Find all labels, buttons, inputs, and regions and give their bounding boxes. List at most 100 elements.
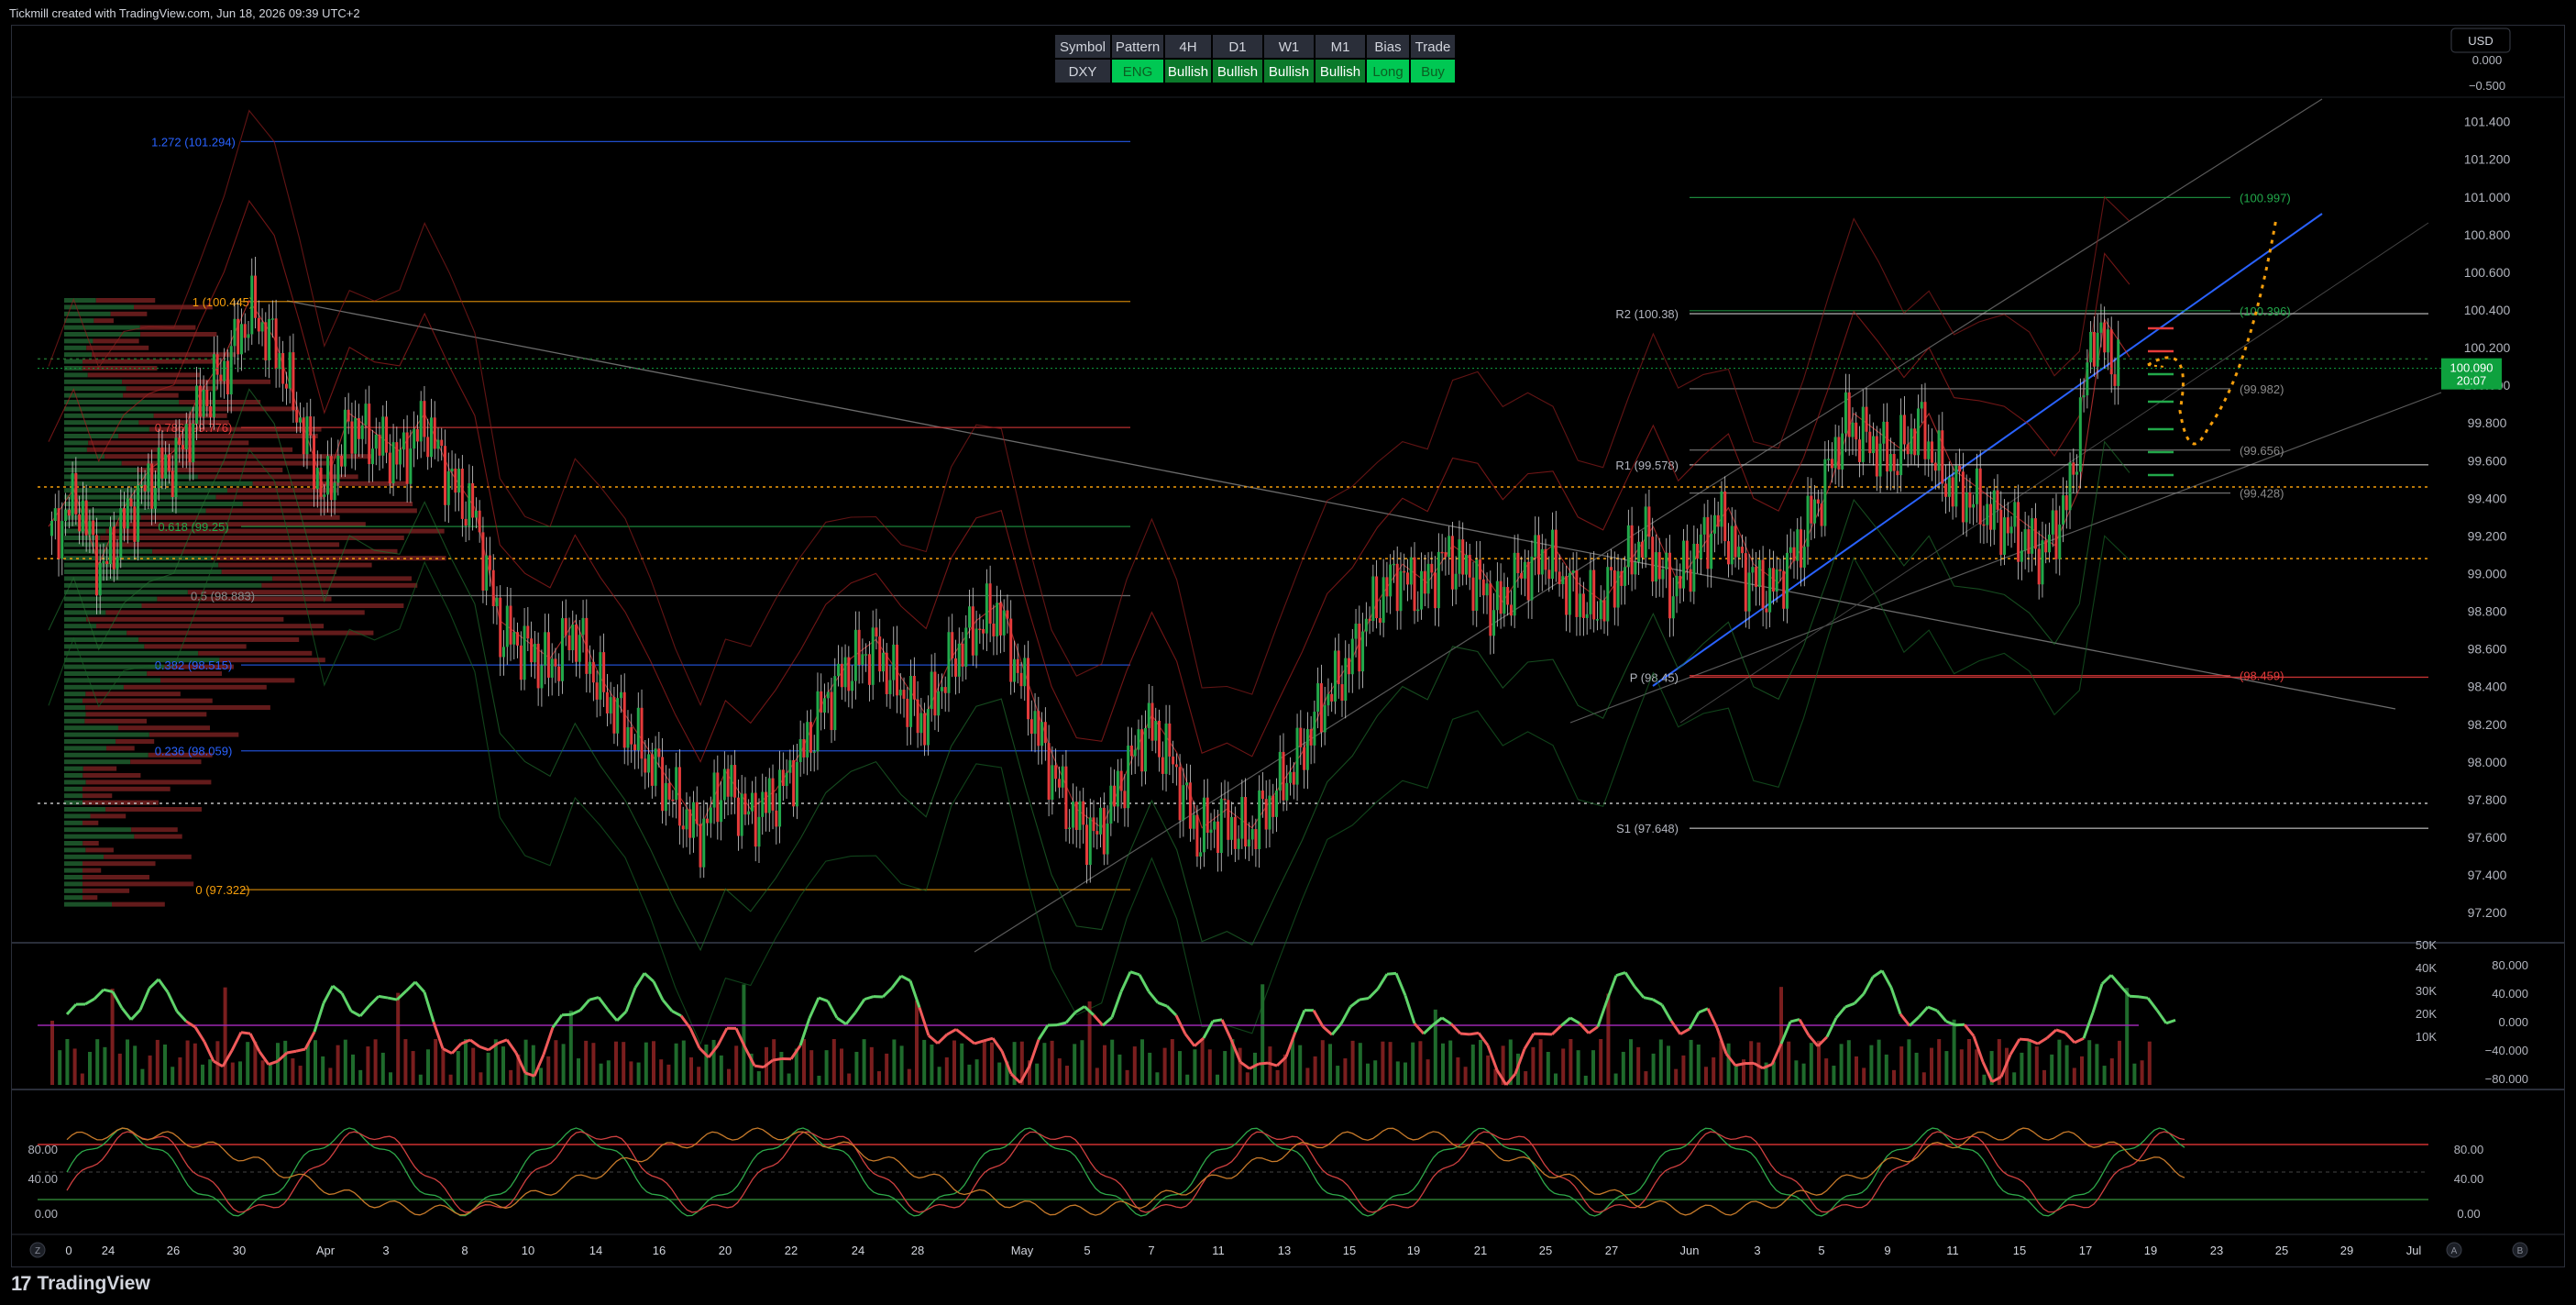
candle-body — [1216, 821, 1220, 854]
cci-line-segment — [2009, 1038, 2021, 1056]
candle-body — [695, 802, 699, 824]
chart-frame[interactable]: 1.272 (101.294) 1 (100.445) 0.786 (99.776)… — [11, 25, 2565, 1267]
cci-line-segment — [1367, 988, 1380, 1000]
candle-body — [1972, 503, 1976, 508]
volume-bar — [411, 1051, 415, 1085]
cci-line-segment — [185, 1020, 196, 1029]
volume-bar — [426, 1049, 430, 1085]
candle-body — [1127, 745, 1130, 809]
candle-body — [591, 661, 595, 683]
tradingview-logo[interactable]: 17 TradingView — [11, 1267, 150, 1300]
candle-body — [1637, 541, 1641, 562]
volume-profile-bar-green — [64, 739, 116, 744]
volume-bar — [1125, 1069, 1129, 1085]
candle-body — [726, 769, 730, 797]
candle-body — [2103, 322, 2107, 353]
cci-line-segment — [129, 1009, 142, 1021]
volume-bar — [1373, 1060, 1378, 1085]
candle-body — [2106, 329, 2109, 353]
volume-bar — [366, 1046, 370, 1085]
cci-line-segment — [505, 1038, 518, 1054]
candle-body — [1133, 749, 1137, 757]
cci-line-segment — [2129, 994, 2140, 999]
candle-body — [1244, 797, 1248, 847]
candle-body — [1630, 525, 1634, 575]
candle-body — [2033, 518, 2037, 549]
candle-body — [260, 322, 264, 332]
volume-bar — [389, 1072, 392, 1085]
candle-body — [1481, 579, 1485, 596]
volume-bar — [65, 1039, 70, 1085]
volume-bar — [1486, 1055, 1491, 1085]
candle-body — [340, 455, 344, 467]
candle-body — [1057, 779, 1061, 788]
volume-bar — [2080, 1056, 2084, 1085]
volume-profile-bar-red — [160, 678, 295, 683]
candle-body — [733, 765, 737, 798]
candle-body — [64, 509, 68, 522]
cci-line-segment — [65, 1003, 78, 1016]
candle-body — [1744, 553, 1747, 612]
volume-bar — [2132, 1063, 2137, 1085]
volume-bar — [1855, 1056, 1858, 1085]
candle-body — [1395, 563, 1399, 612]
candle-body — [1696, 543, 1700, 559]
candle-body — [1485, 583, 1489, 596]
candle-body — [1095, 831, 1099, 835]
candle-body — [239, 324, 243, 355]
candle-body — [1506, 587, 1510, 605]
volume-profile-bar-green — [64, 807, 106, 812]
volume-bar — [1238, 1047, 1242, 1085]
candle-body — [1143, 727, 1147, 772]
volume-profile-bar-red — [116, 739, 155, 744]
candle-body — [1996, 490, 1999, 510]
candle-body — [516, 632, 520, 646]
volume-bar — [697, 1067, 701, 1085]
volume-bar — [1576, 1050, 1580, 1085]
candle-body — [557, 666, 561, 681]
volume-profile-bar-red — [87, 372, 201, 378]
volume-bar — [689, 1057, 693, 1085]
volume-profile-bar-red — [110, 311, 148, 316]
candle-body — [1579, 593, 1582, 617]
cci-line-segment — [615, 1011, 628, 1023]
cci-line-segment — [479, 1045, 490, 1052]
volume-bar — [2087, 1040, 2092, 1085]
cci-line-segment — [2055, 1028, 2066, 1034]
candle-body — [178, 437, 182, 446]
candle-body — [657, 748, 661, 758]
volume-profile-bar-green — [64, 420, 139, 426]
candle-body — [1837, 437, 1841, 470]
candle-body — [888, 680, 892, 694]
candle-body — [71, 472, 74, 516]
candle-body — [1785, 552, 1789, 609]
cci-line-segment — [946, 1028, 957, 1036]
candle-body — [1205, 797, 1209, 834]
chart-canvas[interactable]: 1.272 (101.294)1 (100.445)0.786 (99.776)… — [12, 26, 2565, 1267]
candle-body — [388, 452, 391, 483]
time-axis-tick: 3 — [382, 1244, 389, 1257]
candle-body — [1599, 600, 1602, 620]
cci-line-segment — [157, 979, 170, 993]
time-axis-tick: 27 — [1605, 1244, 1618, 1257]
candle-body — [1954, 465, 1958, 507]
currency-button-label[interactable]: USD — [2468, 34, 2493, 48]
candle-body — [1875, 436, 1878, 477]
candle-body — [1047, 743, 1051, 800]
volume-bar — [681, 1040, 686, 1085]
candle-body — [1002, 610, 1006, 636]
candle-body — [1810, 495, 1813, 524]
candle-body — [1340, 684, 1344, 702]
volume-bar — [831, 1039, 836, 1085]
volume-profile-bar-green — [64, 434, 119, 438]
volume-bar — [1155, 1072, 1160, 1085]
cci-line-segment — [844, 1012, 857, 1025]
volume-bar — [1170, 1039, 1174, 1085]
volume-profile-bar-green — [64, 780, 86, 785]
candle-body — [1382, 577, 1385, 623]
candle-body — [1327, 693, 1330, 706]
candle-body — [1958, 465, 1962, 472]
volume-profile-bar-green — [64, 352, 93, 358]
candle-body — [978, 628, 982, 631]
volume-bar — [1178, 1051, 1182, 1085]
